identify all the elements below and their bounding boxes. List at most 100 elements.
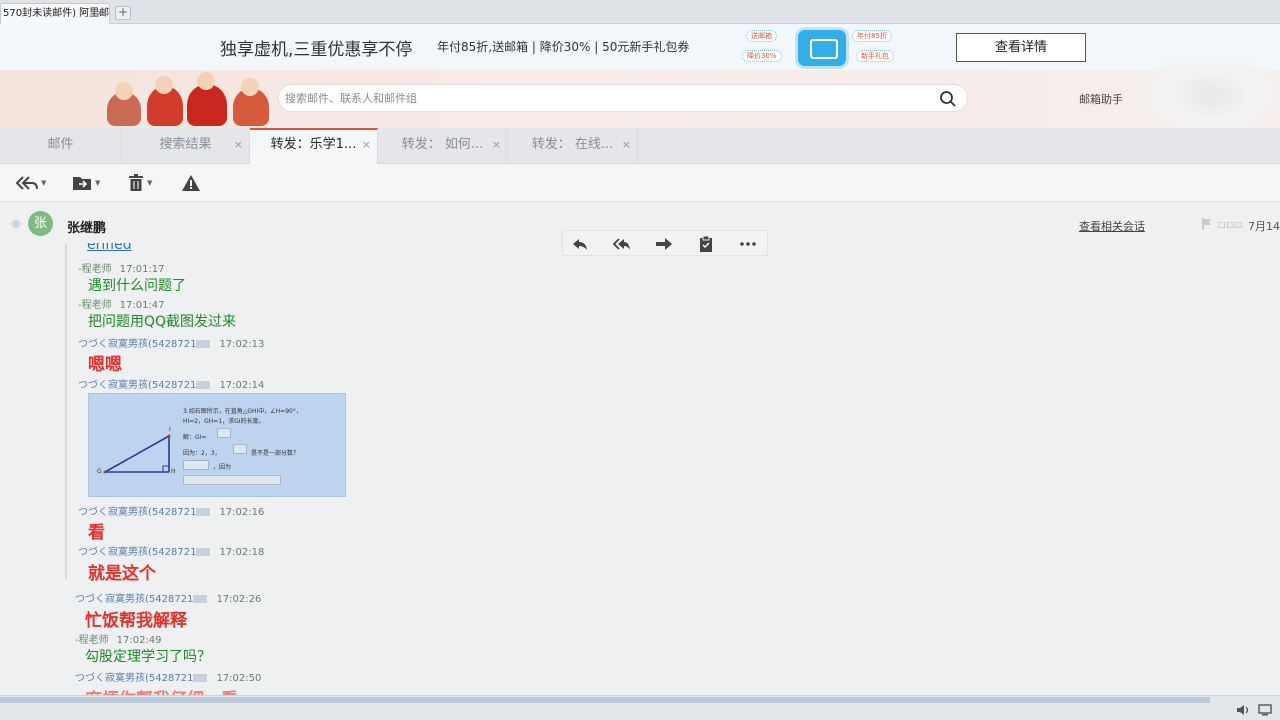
search-icon[interactable] [939,90,957,108]
delete-button[interactable]: ▼ [128,172,152,194]
reply-all-button[interactable]: ▼ [16,172,46,194]
unread-dot-icon[interactable] [12,220,20,228]
message-meta: -程老师 17:01:17 [78,260,165,275]
message-text: 看 [88,523,105,543]
message-time: 17:01:47 [119,300,165,311]
message-meta: つづく寂寞男孩(5428721 17:02:13 [78,335,264,350]
close-icon[interactable]: × [96,4,104,23]
ad-bubble: 降价30% [742,50,782,62]
ad-bubble: 新手礼包 [856,50,894,62]
festive-illustration [95,72,290,126]
screen-icon[interactable] [1258,704,1272,716]
message-author: つづく寂寞男孩(5428721 [78,547,197,558]
ad-subtitle: 年付85折,送邮箱 | 降价30% | 50元新手礼包券 [437,40,690,54]
message-author: -程老师 [78,300,112,311]
close-icon[interactable]: × [492,128,501,162]
ad-title: 独享虚机,三重优惠享不停 [220,40,413,60]
tab-label: 搜索结果 [159,137,212,152]
chevron-down-icon: ▼ [95,179,101,187]
tab-forward-lexue[interactable]: 转发：乐学1... × [250,128,378,164]
warning-icon [182,175,200,191]
horizontal-scrollbar[interactable] [0,697,1210,703]
mail-toolbar: ▼ ▼ ▼ [0,164,1280,202]
message-text: 勾股定理学习了吗？ [85,649,211,665]
answer-box [183,475,281,485]
vertex-label: I [169,426,171,433]
answer-box [233,444,247,454]
new-tab-button[interactable]: + [115,6,131,20]
message-meta: つづく寂寞男孩(5428721 17:02:18 [78,543,264,558]
message-author: つづく寂寞男孩(5428721 [78,380,197,391]
tab-label: 转发：乐学1... [270,137,357,152]
mail-assistant-link[interactable]: 邮箱助手 [1079,91,1123,107]
priority-indicator: □□□ [1218,220,1244,229]
tab-forward-online[interactable]: 转发： 在线... × [508,128,638,164]
quote-bar [65,243,67,579]
message-time: 17:02:50 [216,673,262,684]
ad-bubble: 送邮箱 [746,30,777,42]
problem-text: 3.如右图所示，在直角△GHI中，∠H=90°， [183,408,302,415]
message-meta: -程老师 17:02:49 [75,631,162,646]
problem-text: 是不是一部分数？ [251,450,300,457]
search-input[interactable] [285,85,925,111]
message-time: 17:02:14 [219,380,265,391]
message-time: 17:02:26 [216,594,262,605]
avatar[interactable]: 张 [28,211,53,236]
message-text: 把问题用QQ截图发过来 [88,314,237,330]
chevron-down-icon: ▼ [147,179,153,187]
browser-tab[interactable]: 570封未读邮件) 阿里邮 × [0,3,110,24]
tab-forward-how[interactable]: 转发： 如何... × [378,128,508,164]
message-meta: -程老师 17:01:47 [78,296,165,311]
ad-graphic: 送邮箱 降价30% 年付85折 新手礼包 [740,26,900,68]
message-text: 忙饭帮我解释 [85,611,187,631]
verified-link[interactable]: erified [87,243,132,253]
problem-text: ，因为 [213,464,232,471]
move-icon [73,177,91,190]
message-author: つづく寂寞男孩(5428721 [78,339,197,350]
report-button[interactable] [182,172,200,194]
move-button[interactable]: ▼ [72,172,100,194]
mail-date: 7月14 [1248,220,1280,233]
message-author: -程老师 [75,635,109,646]
search-bar[interactable] [278,84,968,112]
flag-icon[interactable] [1202,218,1212,230]
tab-search-results[interactable]: 搜索结果 × [122,128,250,164]
status-bar [0,695,1280,720]
view-details-button[interactable]: 查看详情 [956,33,1086,62]
close-icon[interactable]: × [234,128,243,162]
browser-tab-title: 570封未读邮件) 阿里邮 [3,8,110,19]
message-text: 就是这个 [88,564,156,584]
message-meta: つづく寂寞男孩(5428721 17:02:50 [75,669,261,684]
message-author: -程老师 [78,264,112,275]
ad-banner: 独享虚机,三重优惠享不停 年付85折,送邮箱 | 降价30% | 50元新手礼包… [0,24,1280,70]
tab-mail[interactable]: 邮件 [0,128,122,164]
user-info-blurred [1140,55,1280,135]
message-meta: つづく寂寞男孩(5428721 17:02:14 [78,376,264,391]
speaker-icon[interactable] [1236,704,1250,716]
message-text: 遇到什么问题了 [88,278,186,294]
message-author: つづく寂寞男孩(5428721 [78,507,197,518]
attached-screenshot[interactable]: G H I 3.如右图所示，在直角△GHI中，∠H=90°， HI=2，GH=1… [88,393,346,497]
browser-tab-strip: 570封未读邮件) 阿里邮 × + [0,0,1280,24]
answer-box [183,460,209,470]
message-author: つづく寂寞男孩(5428721 [75,594,194,605]
view-related-conversation-link[interactable]: 查看相关会话 [1079,218,1145,234]
tab-label: 邮件 [47,137,74,152]
message-author: つづく寂寞男孩(5428721 [75,673,194,684]
message-meta: つづく寂寞男孩(5428721 17:02:16 [78,503,264,518]
problem-text: 解：GI= [183,434,207,441]
message-time: 17:02:49 [116,635,162,646]
message-time: 17:01:17 [119,264,165,275]
reply-all-icon [16,176,38,190]
problem-text: 因为：2，3， [183,450,221,457]
chevron-down-icon: ▼ [41,179,47,187]
answer-box [217,428,231,438]
sender-name[interactable]: 张继鹏 [67,217,106,236]
mail-header-banner: 邮箱助手 [0,70,1280,128]
message-time: 17:02:13 [219,339,265,350]
mail-body: erified -程老师 17:01:17 遇到什么问题了 -程老师 17:01:4… [0,243,1280,695]
trash-icon [129,174,143,191]
message-text: 麻烦你帮我仔细一看 [85,685,238,695]
close-icon[interactable]: × [362,130,371,160]
close-icon[interactable]: × [622,128,631,162]
